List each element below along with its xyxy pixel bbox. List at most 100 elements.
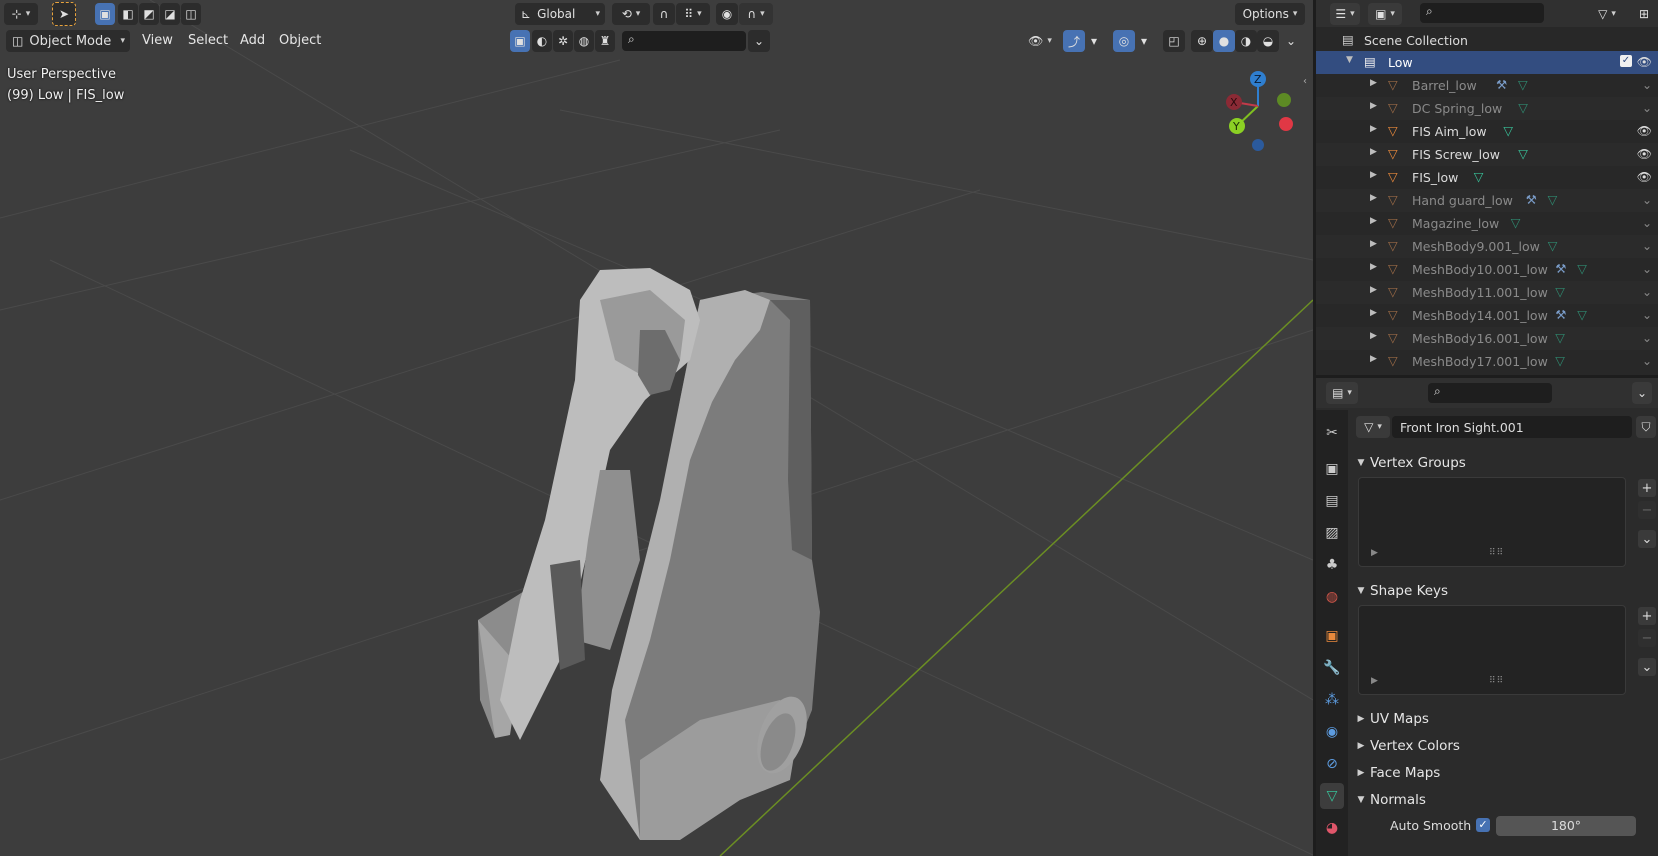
expand-triangle-icon[interactable]: ▶ bbox=[1370, 308, 1377, 318]
mesh-data-icon[interactable]: ▽ bbox=[1511, 215, 1521, 230]
expand-triangle-icon[interactable]: ▶ bbox=[1370, 170, 1377, 180]
expand-triangle-icon[interactable]: ▶ bbox=[1370, 124, 1377, 134]
wrench-icon[interactable]: ⚒ bbox=[1555, 261, 1566, 276]
tab-particles[interactable]: ⁂ bbox=[1320, 687, 1344, 713]
display-mode-dropdown[interactable]: ▣ ▾ bbox=[1368, 3, 1402, 25]
eye-icon[interactable]: 👁 bbox=[1637, 55, 1652, 69]
menu-select[interactable]: Select bbox=[182, 29, 234, 53]
mesh-data-icon[interactable]: ▽ bbox=[1555, 330, 1565, 345]
mesh-data-icon[interactable]: ▽ bbox=[1548, 192, 1558, 207]
mesh-data-icon[interactable]: ▽ bbox=[1577, 307, 1587, 322]
wrench-icon[interactable]: ⚒ bbox=[1496, 77, 1507, 92]
outliner-object-row[interactable]: ▶ ▽ MeshBody10.001_low ⚒ ▽ ⌄ bbox=[1316, 258, 1658, 281]
remove-shape-key-button[interactable]: − bbox=[1638, 629, 1656, 647]
show-overlays-toggle[interactable]: ◎ bbox=[1113, 30, 1135, 52]
tab-world[interactable]: ◍ bbox=[1320, 584, 1344, 610]
eye-closed-icon[interactable]: ⌄ bbox=[1642, 285, 1652, 299]
world-filter-button[interactable]: ◍ bbox=[574, 30, 594, 52]
expand-triangle-icon[interactable]: ▶ bbox=[1370, 78, 1377, 88]
wrench-icon[interactable]: ⚒ bbox=[1555, 307, 1566, 322]
panel-vertex-groups-header[interactable]: ▼ Vertex Groups bbox=[1352, 451, 1652, 475]
eye-icon[interactable]: 👁 bbox=[1637, 124, 1652, 138]
gizmo-neg-z-handle[interactable] bbox=[1252, 139, 1264, 151]
mesh-data-icon[interactable]: ▽ bbox=[1518, 100, 1528, 115]
outliner-object-row[interactable]: ▶ ▽ FIS Screw_low ▽ 👁 bbox=[1316, 143, 1658, 166]
select-box-subtract-button[interactable]: ◩ bbox=[139, 3, 159, 25]
outliner-object-row[interactable]: ▶ ▽ DC Spring_low ▽ ⌄ bbox=[1316, 97, 1658, 120]
eye-closed-icon[interactable]: ⌄ bbox=[1642, 239, 1652, 253]
outliner-object-row[interactable]: ▶ ▽ MeshBody16.001_low ▽ ⌄ bbox=[1316, 327, 1658, 350]
outliner-editor-type-button[interactable]: ☰ ▾ bbox=[1330, 3, 1360, 25]
auto-smooth-checkbox[interactable]: ✓ bbox=[1476, 818, 1490, 832]
gizmo-neg-y-handle[interactable] bbox=[1277, 93, 1291, 107]
select-box-intersect-button[interactable]: ◫ bbox=[181, 3, 201, 25]
tab-mesh-data[interactable]: ▽ bbox=[1320, 783, 1344, 809]
fake-user-button[interactable]: ⛉ bbox=[1636, 416, 1656, 438]
mesh-data-icon[interactable]: ▽ bbox=[1503, 123, 1513, 138]
panel-normals-header[interactable]: ▼ Normals bbox=[1352, 788, 1652, 812]
expand-triangle-icon[interactable]: ▶ bbox=[1371, 676, 1379, 686]
expand-triangle-icon[interactable]: ▶ bbox=[1370, 262, 1377, 272]
mode-dropdown[interactable]: ◫ Object Mode ▾ bbox=[6, 30, 130, 52]
select-box-extend-button[interactable]: ◧ bbox=[118, 3, 138, 25]
remove-vertex-group-button[interactable]: − bbox=[1638, 501, 1656, 519]
outliner-collection-low[interactable]: ▼ ▤ Low ✓ 👁 bbox=[1316, 51, 1658, 74]
proportional-edit-toggle[interactable]: ◉ bbox=[716, 3, 738, 25]
outliner-object-row[interactable]: ▶ ▽ FIS_low ▽ 👁 bbox=[1316, 166, 1658, 189]
filter-dropdown[interactable]: ▽ ▾ bbox=[1592, 3, 1622, 25]
menu-object[interactable]: Object bbox=[273, 29, 327, 53]
auto-smooth-angle-field[interactable]: 180° bbox=[1496, 816, 1636, 836]
expand-triangle-icon[interactable]: ▶ bbox=[1371, 548, 1379, 558]
properties-options-dropdown[interactable]: ⌄ bbox=[1632, 382, 1652, 404]
vertex-groups-list[interactable]: ▶ ⠿⠿ bbox=[1358, 477, 1626, 567]
eye-closed-icon[interactable]: ⌄ bbox=[1642, 193, 1652, 207]
tab-constraints[interactable]: ⊘ bbox=[1320, 751, 1344, 777]
show-gizmo-toggle[interactable]: ⤴ bbox=[1063, 30, 1085, 52]
tab-tool[interactable]: ✂ bbox=[1320, 420, 1344, 446]
panel-face-maps-header[interactable]: ▶ Face Maps bbox=[1352, 761, 1652, 785]
shading-solid-button[interactable]: ● bbox=[1213, 30, 1235, 52]
mesh-data-icon[interactable]: ▽ bbox=[1518, 146, 1528, 161]
add-shape-key-button[interactable]: + bbox=[1638, 607, 1656, 625]
mesh-browse-dropdown[interactable]: ▽ ▾ bbox=[1356, 416, 1390, 438]
shading-dropdown[interactable]: ⌄ bbox=[1281, 30, 1301, 52]
eye-closed-icon[interactable]: ⌄ bbox=[1642, 354, 1652, 368]
editor-type-button[interactable]: ⊹ ▾ bbox=[4, 3, 38, 25]
outliner-object-row[interactable]: ▶ ▽ FIS Aim_low ▽ 👁 bbox=[1316, 120, 1658, 143]
viewport-search-input[interactable]: ⌕ bbox=[622, 31, 746, 51]
shading-rendered-button[interactable]: ◒ bbox=[1257, 30, 1279, 52]
resize-grip-icon[interactable]: ⠿⠿ bbox=[1489, 676, 1504, 686]
eye-closed-icon[interactable]: ⌄ bbox=[1642, 331, 1652, 345]
eye-icon[interactable]: 👁 bbox=[1637, 147, 1652, 161]
vertex-group-specials-button[interactable]: ⌄ bbox=[1638, 530, 1656, 548]
select-box-new-button[interactable]: ▣ bbox=[95, 3, 115, 25]
tab-scene[interactable]: ♣ bbox=[1320, 552, 1344, 578]
outliner-scene-collection[interactable]: ▤ Scene Collection bbox=[1316, 29, 1658, 52]
tab-physics[interactable]: ◉ bbox=[1320, 719, 1344, 745]
outliner-object-row[interactable]: ▶ ▽ MeshBody9.001_low ▽ ⌄ bbox=[1316, 235, 1658, 258]
options-dropdown[interactable]: Options ▾ bbox=[1235, 3, 1305, 25]
select-tool-button[interactable]: ➤ bbox=[52, 2, 76, 26]
3d-viewport[interactable]: ⊹ ▾ ➤ ▣ ◧ ◩ ◪ ◫ ⊾ Global ▾ ⟲ ▾ ∩ ⠿ ▾ ◉ ∩… bbox=[0, 0, 1313, 856]
tab-material[interactable]: ◕ bbox=[1320, 815, 1344, 841]
sidebar-toggle-icon[interactable]: ‹ bbox=[1303, 76, 1307, 87]
properties-search-input[interactable]: ⌕ bbox=[1428, 383, 1552, 403]
search-options-dropdown[interactable]: ⌄ bbox=[748, 30, 770, 52]
outliner-object-row[interactable]: ▶ ▽ Hand guard_low ⚒ ▽ ⌄ bbox=[1316, 189, 1658, 212]
tab-view-layer[interactable]: ▨ bbox=[1320, 520, 1344, 546]
expand-triangle-icon[interactable]: ▶ bbox=[1370, 216, 1377, 226]
outliner-object-row[interactable]: ▶ ▽ Barrel_low ⚒ ▽ ⌄ bbox=[1316, 74, 1658, 97]
mesh-name-field[interactable]: Front Iron Sight.001 bbox=[1392, 416, 1632, 438]
mesh-data-icon[interactable]: ▽ bbox=[1474, 169, 1484, 184]
material-filter-button[interactable]: ◐ bbox=[532, 30, 552, 52]
add-vertex-group-button[interactable]: + bbox=[1638, 479, 1656, 497]
shading-wireframe-button[interactable]: ⊕ bbox=[1191, 30, 1213, 52]
mesh-data-icon[interactable]: ▽ bbox=[1548, 238, 1558, 253]
outliner-object-row[interactable]: ▶ ▽ MeshBody14.001_low ⚒ ▽ ⌄ bbox=[1316, 304, 1658, 327]
eye-closed-icon[interactable]: ⌄ bbox=[1642, 308, 1652, 322]
wrench-icon[interactable]: ⚒ bbox=[1526, 192, 1537, 207]
expand-triangle-icon[interactable]: ▶ bbox=[1370, 354, 1377, 364]
transform-orientation-dropdown[interactable]: ⊾ Global ▾ bbox=[515, 3, 605, 25]
shape-key-specials-button[interactable]: ⌄ bbox=[1638, 658, 1656, 676]
snap-target-dropdown[interactable]: ⠿ ▾ bbox=[676, 3, 710, 25]
